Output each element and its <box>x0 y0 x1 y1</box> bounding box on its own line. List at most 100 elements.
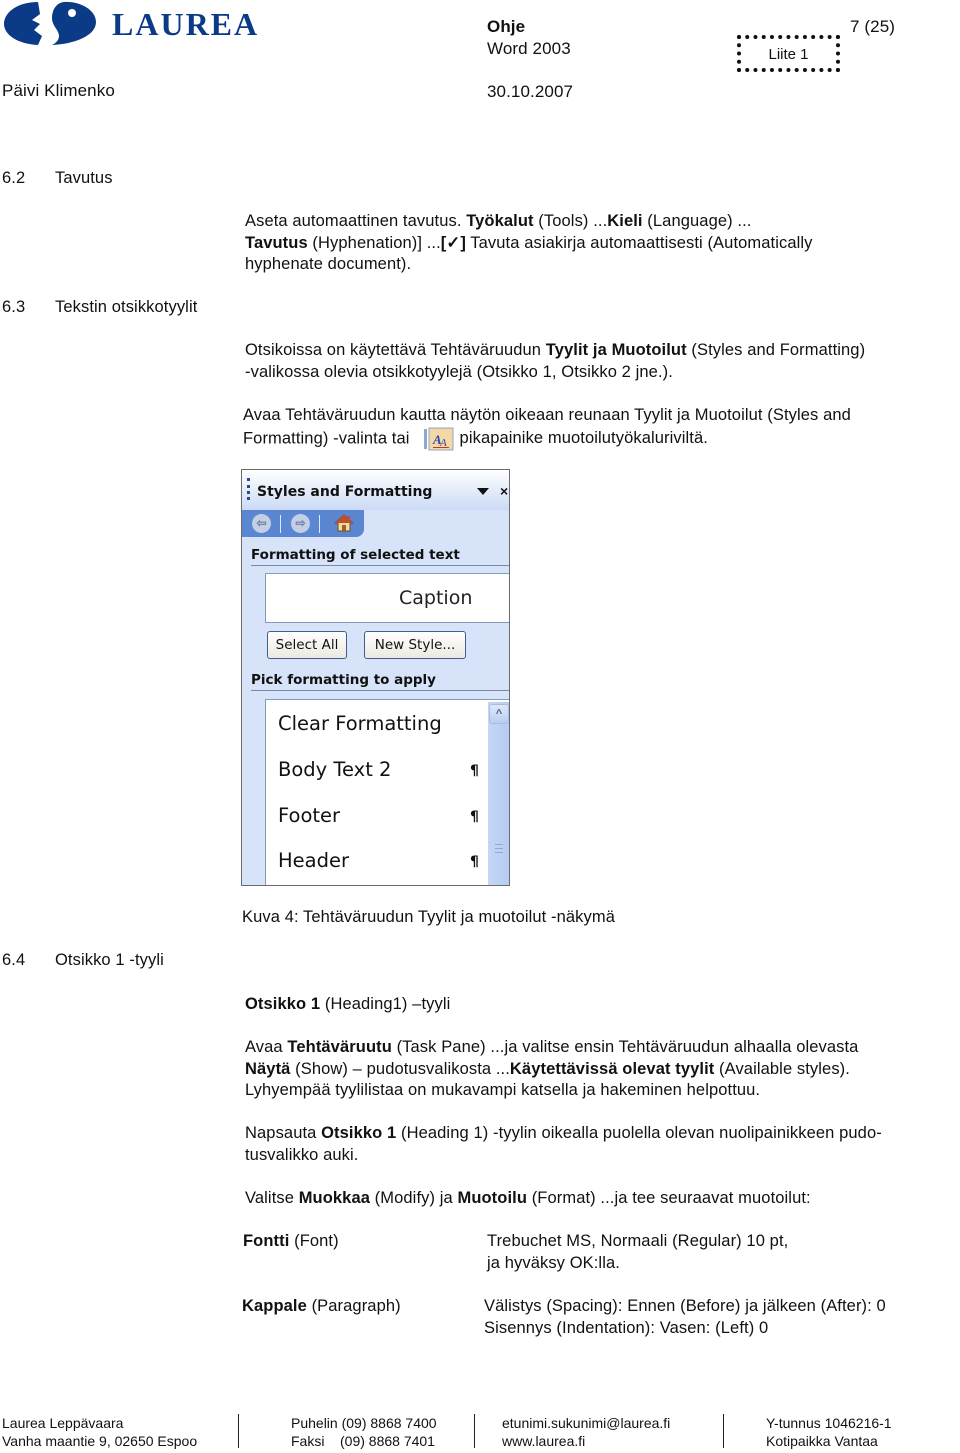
text: Vanha maantie 9, 02650 Espoo <box>2 1432 198 1449</box>
task-pane-title-bar: Styles and Formatting × <box>242 470 509 510</box>
setting-label-paragraph: Kappale (Paragraph) <box>242 1296 401 1318</box>
text: Formatting) -valinta tai <box>243 428 410 447</box>
style-item-body-text-2[interactable]: Body Text 2 <box>278 758 391 781</box>
setting-value-paragraph: Välistys (Spacing): Ennen (Before) ja jä… <box>484 1296 886 1339</box>
new-style-button[interactable]: New Style... <box>364 631 466 659</box>
doc-title: Ohje <box>487 17 526 36</box>
available-styles-term: Käytettävissä olevat tyylit <box>509 1059 715 1078</box>
text: (Tools) ... <box>533 212 608 230</box>
text: Sisennys (Indentation): Vasen: (Left) 0 <box>484 1318 769 1337</box>
scroll-thumb-grip-icon[interactable] <box>495 844 503 853</box>
styles-formatting-task-pane: Styles and Formatting × ⇦ ⇨ Formatting o… <box>241 469 510 886</box>
select-all-button[interactable]: Select All <box>267 631 347 659</box>
menu-language: Kieli <box>607 212 643 230</box>
text: (Paragraph) <box>306 1297 401 1315</box>
heading1-term: Otsikko 1 <box>321 1124 397 1142</box>
forward-arrow-icon[interactable]: ⇨ <box>291 514 310 533</box>
heading1-term: Otsikko 1 <box>245 995 321 1013</box>
text: (Modify) ja <box>370 1189 458 1207</box>
text: Avaa <box>245 1038 288 1056</box>
scroll-up-icon[interactable]: ^ <box>489 704 509 724</box>
text: (Available styles). <box>714 1059 850 1078</box>
headings-paragraph-2: Avaa Tehtäväruudun kautta näytön oikeaan… <box>243 405 851 451</box>
style-list: Clear Formatting Body Text 2 ¶ Footer ¶ … <box>265 699 509 885</box>
text: (Hyphenation)] ... <box>307 233 441 252</box>
style-list-scrollbar[interactable]: ^ <box>488 702 509 885</box>
text: (Language) ... <box>642 212 752 230</box>
menu-tools: Työkalut <box>466 212 534 230</box>
style-item-footer[interactable]: Footer <box>278 804 340 827</box>
footer-divider <box>723 1414 724 1448</box>
drag-grip-icon[interactable] <box>247 478 250 500</box>
text: Fontti <box>243 1232 290 1250</box>
section-6-4-number: 6.4 <box>2 951 26 969</box>
modify-term: Muokkaa <box>298 1189 370 1207</box>
heading1-paragraph-2: Napsauta Otsikko 1 (Heading 1) -tyylin o… <box>245 1123 882 1166</box>
text: Puhelin (09) 8868 7400 <box>291 1415 437 1431</box>
setting-value-font: Trebuchet MS, Normaali (Regular) 10 pt, … <box>487 1231 788 1274</box>
text: Välistys (Spacing): Ennen (Before) ja jä… <box>484 1297 886 1315</box>
email-link[interactable]: etunimi.sukunimi@laurea.fi <box>502 1415 670 1433</box>
style-item-clear-formatting[interactable]: Clear Formatting <box>278 712 442 735</box>
organization-name: LAUREA <box>112 6 260 42</box>
text: Aseta automaattinen tavutus. <box>245 212 467 230</box>
footer-phone: Puhelin (09) 8868 7400 Faksi (09) 8868 7… <box>291 1415 437 1450</box>
headings-paragraph-1: Otsikoissa on käytettävä Tehtäväruudun T… <box>245 340 865 383</box>
text: -valikossa olevia otsikkotyylejä (Otsikk… <box>245 362 673 381</box>
footer-company-info: Y-tunnus 1046216-1 Kotipaikka Vantaa <box>766 1415 892 1450</box>
text: (Heading1) –tyyli <box>320 995 451 1013</box>
text: (Show) – pudotusvalikosta ... <box>290 1059 510 1078</box>
footer-address: Laurea Leppävaara Vanha maantie 9, 02650… <box>2 1415 197 1450</box>
setting-label-font: Fontti (Font) <box>243 1231 339 1253</box>
footer-divider <box>238 1414 239 1448</box>
section-6-2-title: Tavutus <box>55 169 113 187</box>
styles-and-formatting-term: Tyylit ja Muotoilut <box>545 341 687 359</box>
format-term: Muotoilu <box>457 1189 528 1207</box>
text: Y-tunnus 1046216-1 <box>766 1415 892 1431</box>
style-item-header[interactable]: Header <box>278 849 349 872</box>
text: (Task Pane) ...ja valitse ensin Tehtävär… <box>391 1038 859 1056</box>
heading1-intro: Otsikko 1 (Heading1) –tyyli <box>245 994 450 1016</box>
paragraph-mark-icon: ¶ <box>470 763 479 779</box>
text: tusvalikko auki. <box>245 1145 359 1164</box>
divider <box>280 515 281 533</box>
styles-formatting-toolbar-icon: AA <box>423 427 454 450</box>
heading1-paragraph-3: Valitse Muokkaa (Modify) ja Muotoilu (Fo… <box>245 1188 811 1210</box>
show-term: Näytä <box>245 1059 291 1078</box>
laurea-logo-icon <box>4 1 96 45</box>
paragraph-mark-icon: ¶ <box>470 809 479 825</box>
current-style-value: Caption <box>399 587 473 609</box>
text: Laurea Leppävaara <box>2 1415 124 1431</box>
menu-hyphenation: Tavutus <box>245 233 308 252</box>
page-indicator: 7 (25) <box>850 17 896 36</box>
task-pane-term: Tehtäväruutu <box>287 1038 392 1056</box>
text: Lyhyempää tyylilistaa on mukavampi katse… <box>245 1081 761 1099</box>
home-icon[interactable] <box>334 513 354 533</box>
current-style-box[interactable]: Caption <box>265 573 509 623</box>
text: (Format) ...ja tee seuraavat muotoilut: <box>527 1189 811 1207</box>
text: hyphenate document). <box>245 255 412 273</box>
back-arrow-icon[interactable]: ⇦ <box>252 514 271 533</box>
text: Otsikoissa on käytettävä Tehtäväruudun <box>245 341 546 359</box>
text: pikapainike muotoilutyökaluriviltä. <box>459 428 708 447</box>
section-6-2-number: 6.2 <box>2 169 26 187</box>
text: ja hyväksy OK:lla. <box>487 1253 620 1272</box>
paragraph-mark-icon: ¶ <box>470 854 479 870</box>
doc-date: 30.10.2007 <box>487 82 574 101</box>
heading1-paragraph-1: Avaa Tehtäväruutu (Task Pane) ...ja vali… <box>245 1037 858 1102</box>
checkbox-checked-icon: [✓] <box>440 233 466 252</box>
close-icon[interactable]: × <box>500 483 508 499</box>
text: (Font) <box>289 1232 339 1250</box>
website-link[interactable]: www.laurea.fi <box>502 1433 670 1451</box>
text: Napsauta <box>245 1124 322 1142</box>
text: Kotipaikka Vantaa <box>766 1432 878 1449</box>
text: Valitse <box>245 1189 299 1207</box>
text: Faksi (09) 8868 7401 <box>291 1432 435 1449</box>
section-6-4-title: Otsikko 1 -tyyli <box>55 951 164 969</box>
dropdown-arrow-icon[interactable] <box>477 488 489 495</box>
section-6-3-number: 6.3 <box>2 298 26 316</box>
hyphenation-paragraph: Aseta automaattinen tavutus. Työkalut (T… <box>245 211 812 276</box>
text: Kappale <box>242 1297 307 1315</box>
text: Trebuchet MS, Normaali (Regular) 10 pt, <box>487 1232 789 1250</box>
divider <box>319 515 320 533</box>
